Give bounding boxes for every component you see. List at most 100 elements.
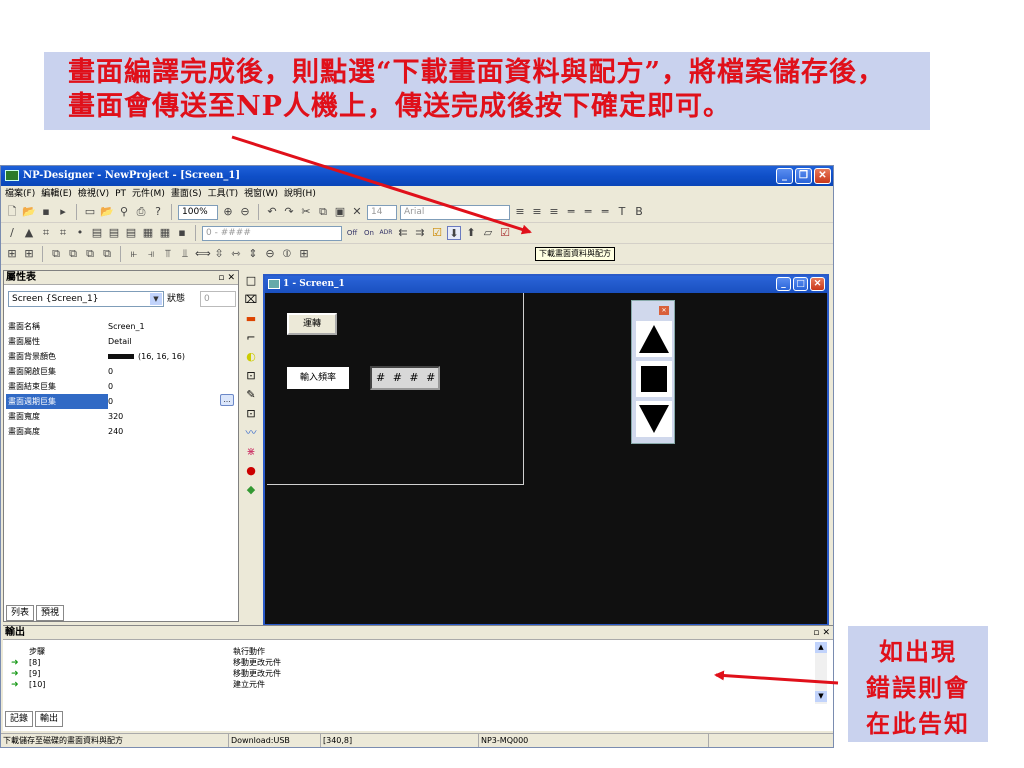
editor-minimize-button[interactable]: _ bbox=[776, 277, 791, 291]
lamp-tool-icon[interactable]: ▬ bbox=[243, 311, 259, 327]
layout-icon[interactable]: ▤ bbox=[90, 226, 104, 240]
grid2-icon[interactable]: ⌗ bbox=[56, 226, 70, 240]
output-scrollbar[interactable]: ▲ ▼ bbox=[815, 642, 827, 704]
upload-icon[interactable]: ⬆ bbox=[464, 226, 478, 240]
layout4-icon[interactable]: ▦ bbox=[141, 226, 155, 240]
new-file-icon[interactable]: 🗋 bbox=[5, 205, 19, 219]
property-row[interactable]: 畫面背景顏色 (16, 16, 16) bbox=[6, 349, 236, 364]
property-row[interactable]: 畫面高度 240 bbox=[6, 424, 236, 439]
menu-view[interactable]: 檢視(V) bbox=[78, 186, 109, 202]
same-height-icon[interactable]: ⇕ bbox=[246, 247, 260, 261]
group-4-icon[interactable]: ⧉ bbox=[100, 247, 114, 261]
check-icon[interactable]: ☑ bbox=[498, 226, 512, 240]
state-spinner[interactable]: 0 bbox=[200, 291, 236, 307]
stop-button[interactable] bbox=[636, 361, 672, 397]
updown-keypad[interactable]: ✕ bbox=[631, 300, 675, 444]
text-color-icon[interactable]: T bbox=[615, 205, 629, 219]
object-select[interactable]: Screen {Screen_1} ▼ bbox=[8, 291, 164, 307]
up-button[interactable] bbox=[636, 321, 672, 357]
paste-icon[interactable]: ▣ bbox=[333, 205, 347, 219]
property-row[interactable]: 畫面名稱 Screen_1 bbox=[6, 319, 236, 334]
property-row-selected[interactable]: 畫面週期巨集 0… bbox=[6, 394, 236, 409]
close-button[interactable]: ✕ bbox=[814, 168, 831, 184]
valign-middle-icon[interactable]: ═ bbox=[581, 205, 595, 219]
align-top-obj-icon[interactable]: ⫪ bbox=[161, 247, 175, 261]
align-obj-2-icon[interactable]: ⊞ bbox=[22, 247, 36, 261]
copy-icon[interactable]: ⧉ bbox=[316, 205, 330, 219]
property-row[interactable]: 畫面屬性 Detail bbox=[6, 334, 236, 349]
align-bottom-obj-icon[interactable]: ⫫ bbox=[178, 247, 192, 261]
tab-output[interactable]: 輸出 bbox=[35, 711, 64, 727]
align-left-icon[interactable]: ≡ bbox=[513, 205, 527, 219]
download-screen-recipe-icon[interactable]: ⬇ bbox=[447, 226, 461, 240]
bit-left-icon[interactable]: ⇇ bbox=[396, 226, 410, 240]
export-icon[interactable]: ▸ bbox=[56, 205, 70, 219]
tab-list[interactable]: 列表 bbox=[6, 605, 35, 621]
scroll-up-icon[interactable]: ▲ bbox=[815, 642, 827, 653]
print-icon[interactable]: ⎙ bbox=[134, 205, 148, 219]
format-select[interactable]: 0 - #### bbox=[202, 225, 342, 241]
chevron-down-icon[interactable]: ▼ bbox=[150, 293, 162, 305]
layout5-icon[interactable]: ▦ bbox=[158, 226, 172, 240]
property-row[interactable]: 畫面結束巨集 0 bbox=[6, 379, 236, 394]
group-1-icon[interactable]: ⧉ bbox=[49, 247, 63, 261]
panel-close-icon[interactable]: ▫ ✕ bbox=[218, 271, 235, 285]
same-width-icon[interactable]: ⇿ bbox=[229, 247, 243, 261]
fill-icon[interactable]: ▲ bbox=[22, 226, 36, 240]
line-icon[interactable]: ∕ bbox=[5, 226, 19, 240]
rectangle-tool-icon[interactable]: □ bbox=[243, 273, 259, 289]
compile-icon[interactable]: ☑ bbox=[430, 226, 444, 240]
simulate-icon[interactable]: ▱ bbox=[481, 226, 495, 240]
log-row[interactable]: ➜ [8] 移動更改元件 bbox=[11, 657, 811, 668]
trend-tool-icon[interactable]: 〰 bbox=[243, 425, 259, 441]
zoom-out-icon[interactable]: ⊖ bbox=[238, 205, 252, 219]
open-screen-icon[interactable]: 📂 bbox=[100, 205, 114, 219]
off-state-icon[interactable]: Off bbox=[345, 226, 359, 240]
menu-screen[interactable]: 畫面(S) bbox=[171, 186, 202, 202]
new-screen-icon[interactable]: ▭ bbox=[83, 205, 97, 219]
redo-icon[interactable]: ↷ bbox=[282, 205, 296, 219]
zoom-in-icon[interactable]: ⊕ bbox=[221, 205, 235, 219]
find-icon[interactable]: ⚲ bbox=[117, 205, 131, 219]
menu-help[interactable]: 說明(H) bbox=[284, 186, 316, 202]
xy-chart-tool-icon[interactable]: ⋇ bbox=[243, 444, 259, 460]
editor-close-button[interactable]: ✕ bbox=[810, 277, 825, 291]
center-both-icon[interactable]: ⊞ bbox=[297, 247, 311, 261]
align-right-obj-icon[interactable]: ⫣ bbox=[144, 247, 158, 261]
space-h-icon[interactable]: ⟺ bbox=[195, 247, 211, 261]
scroll-down-icon[interactable]: ▼ bbox=[815, 691, 827, 702]
valign-bottom-icon[interactable]: ═ bbox=[598, 205, 612, 219]
property-row[interactable]: 畫面寬度 320 bbox=[6, 409, 236, 424]
bold-icon[interactable]: B bbox=[632, 205, 646, 219]
undo-icon[interactable]: ↶ bbox=[265, 205, 279, 219]
freq-label[interactable]: 輸入頻率 bbox=[287, 367, 349, 389]
keypad-close-icon[interactable]: ✕ bbox=[659, 306, 669, 315]
menu-object[interactable]: 元件(M) bbox=[132, 186, 165, 202]
font-name-select[interactable]: Arial bbox=[400, 204, 510, 220]
menu-window[interactable]: 視窗(W) bbox=[244, 186, 278, 202]
space-v-icon[interactable]: ⇳ bbox=[212, 247, 226, 261]
align-center-icon[interactable]: ≡ bbox=[530, 205, 544, 219]
button-tool-icon[interactable]: ⌧ bbox=[243, 292, 259, 308]
menu-tools[interactable]: 工具(T) bbox=[208, 186, 239, 202]
tab-log[interactable]: 記錄 bbox=[5, 711, 34, 727]
indicator-tool-icon[interactable]: ◐ bbox=[243, 349, 259, 365]
delete-icon[interactable]: ✕ bbox=[350, 205, 364, 219]
align-obj-1-icon[interactable]: ⊞ bbox=[5, 247, 19, 261]
group-2-icon[interactable]: ⧉ bbox=[66, 247, 80, 261]
output-close-icon[interactable]: ▫ ✕ bbox=[813, 626, 830, 640]
restore-button[interactable]: ❐ bbox=[795, 168, 812, 184]
log-row[interactable]: ➜ [10] 建立元件 bbox=[11, 679, 811, 690]
open-folder-icon[interactable]: 📂 bbox=[22, 205, 36, 219]
align-right-icon[interactable]: ≡ bbox=[547, 205, 561, 219]
property-row[interactable]: 畫面開啟巨集 0 bbox=[6, 364, 236, 379]
layout3-icon[interactable]: ▤ bbox=[124, 226, 138, 240]
grid-icon[interactable]: ⌗ bbox=[39, 226, 53, 240]
input-tool-icon[interactable]: ✎ bbox=[243, 387, 259, 403]
down-button[interactable] bbox=[636, 401, 672, 437]
numeric-input-tool-icon[interactable]: ⊡ bbox=[243, 406, 259, 422]
center-v-icon[interactable]: ⦶ bbox=[280, 247, 294, 261]
addr-icon[interactable]: ADR bbox=[379, 226, 393, 240]
group-3-icon[interactable]: ⧉ bbox=[83, 247, 97, 261]
run-button[interactable]: 運轉 bbox=[287, 313, 337, 335]
